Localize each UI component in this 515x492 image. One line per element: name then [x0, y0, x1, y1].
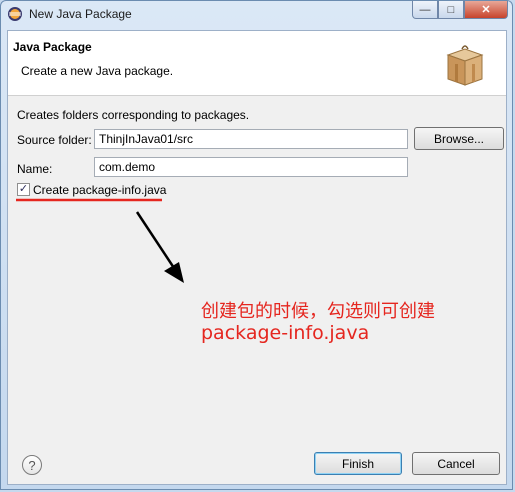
help-symbol: ? — [28, 457, 36, 473]
annotation-overlay — [16, 198, 184, 283]
dialog-content: Java Package Create a new Java package. … — [7, 30, 507, 485]
cancel-button[interactable]: Cancel — [412, 452, 500, 475]
maximize-button[interactable]: □ — [438, 1, 464, 19]
dialog-window: New Java Package — □ ✕ Java Package Crea… — [0, 0, 513, 490]
finish-button[interactable]: Finish — [314, 452, 402, 475]
maximize-icon: □ — [447, 3, 455, 16]
close-icon: ✕ — [481, 4, 491, 16]
close-button[interactable]: ✕ — [464, 1, 508, 19]
annotation-arrow-shaft — [135, 211, 176, 269]
minimize-button[interactable]: — — [412, 1, 438, 19]
eclipse-icon — [8, 7, 22, 21]
annotation-arrow-head — [164, 262, 184, 283]
annotation-line-2: package-info.java — [201, 322, 370, 344]
help-icon[interactable]: ? — [22, 455, 42, 475]
annotation-line-1: 创建包的时候，勾选则可创建 — [201, 301, 435, 322]
title-bar: New Java Package — □ ✕ — [1, 1, 514, 27]
minimize-icon: — — [419, 3, 431, 16]
window-title: New Java Package — [29, 7, 132, 21]
